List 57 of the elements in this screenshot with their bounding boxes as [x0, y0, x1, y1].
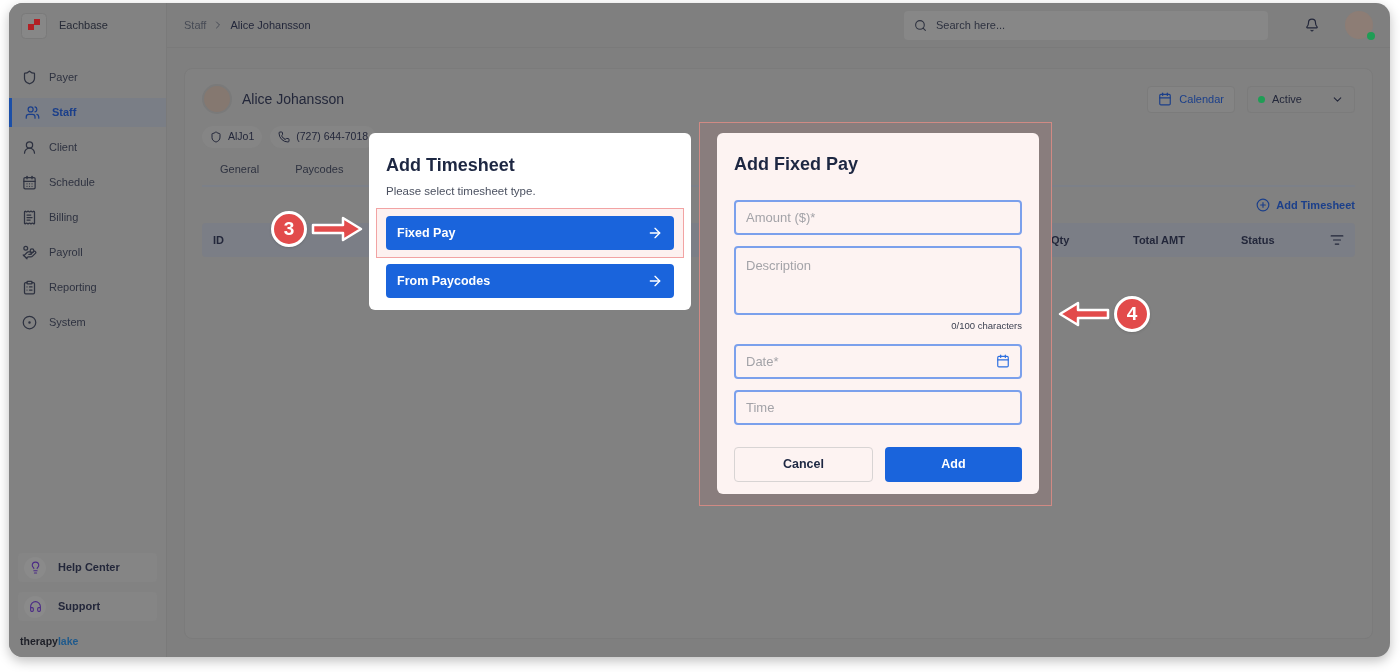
- clipboard-icon: [22, 280, 37, 295]
- phone-icon: [278, 131, 291, 143]
- breadcrumb-link[interactable]: Staff: [184, 16, 207, 34]
- shield-icon: [210, 131, 222, 143]
- shield-icon: [22, 70, 37, 85]
- input-field[interactable]: Time: [734, 390, 1022, 426]
- bell-icon[interactable]: [1305, 18, 1319, 32]
- search-field[interactable]: Search here...: [904, 10, 1268, 40]
- person-icon: [22, 140, 37, 155]
- option-button[interactable]: Fixed Pay: [386, 216, 674, 251]
- column-header: Status: [1241, 233, 1275, 246]
- dialog-title: Add Fixed Pay: [734, 153, 860, 176]
- cancel-button[interactable]: Cancel: [734, 447, 873, 483]
- calendar-button[interactable]: Calendar: [1147, 85, 1235, 113]
- people-icon: [25, 105, 40, 120]
- logo-icon: [21, 12, 47, 39]
- sidebar-item[interactable]: Billing: [9, 203, 166, 232]
- ring-icon: [22, 315, 37, 330]
- profile-name: Alice Johansson: [242, 89, 344, 109]
- add-timesheet-link[interactable]: Add Timesheet: [1256, 196, 1355, 213]
- sidebar-item[interactable]: Client: [9, 133, 166, 162]
- info-chip: AlJo1: [202, 126, 263, 148]
- column-header: Qty: [1051, 233, 1070, 246]
- calendar-icon[interactable]: [996, 354, 1010, 369]
- plus-icon: [1256, 197, 1271, 212]
- brand-logo: therapylake: [19, 633, 80, 649]
- info-chip: (727) 644-7018: [270, 126, 377, 148]
- tab[interactable]: Paycodes: [277, 161, 362, 185]
- sidebar-item[interactable]: Payer: [9, 63, 166, 92]
- add-button[interactable]: Add: [885, 447, 1022, 483]
- breadcrumb-current: Alice Johansson: [230, 17, 311, 33]
- dialog-title: Add Timesheet: [386, 154, 516, 177]
- arrow-icon: [311, 216, 363, 242]
- description-field[interactable]: Description: [734, 246, 1022, 315]
- calendar-icon: [22, 175, 37, 190]
- sidebar-item[interactable]: Staff: [9, 98, 166, 127]
- calendar-icon: [1158, 92, 1173, 106]
- input-field[interactable]: Amount ($)*: [734, 200, 1022, 235]
- column-header: ID: [213, 233, 224, 246]
- sidebar-item[interactable]: System: [9, 308, 166, 337]
- sidebar-item[interactable]: Schedule: [9, 168, 166, 197]
- dialog-subtitle: Please select timesheet type.: [386, 184, 537, 199]
- tab[interactable]: General: [202, 161, 278, 185]
- coin-hand-icon: [22, 245, 37, 260]
- sidebar-item[interactable]: Payroll: [9, 238, 166, 267]
- option-button[interactable]: From Paycodes: [386, 264, 674, 299]
- column-header: Total AMT: [1133, 233, 1185, 246]
- filter-icon[interactable]: [1330, 233, 1344, 247]
- status-dropdown[interactable]: Active: [1247, 85, 1355, 113]
- date-field[interactable]: Date*: [734, 344, 1022, 380]
- arrow-icon: [1058, 301, 1110, 327]
- search-icon: [914, 18, 927, 32]
- app-name: Eachbase: [59, 18, 108, 34]
- sidebar-item[interactable]: Reporting: [9, 273, 166, 302]
- receipt-icon: [22, 210, 37, 225]
- headset-icon: [28, 600, 42, 613]
- character-counter: 0/100 characters: [951, 319, 1022, 333]
